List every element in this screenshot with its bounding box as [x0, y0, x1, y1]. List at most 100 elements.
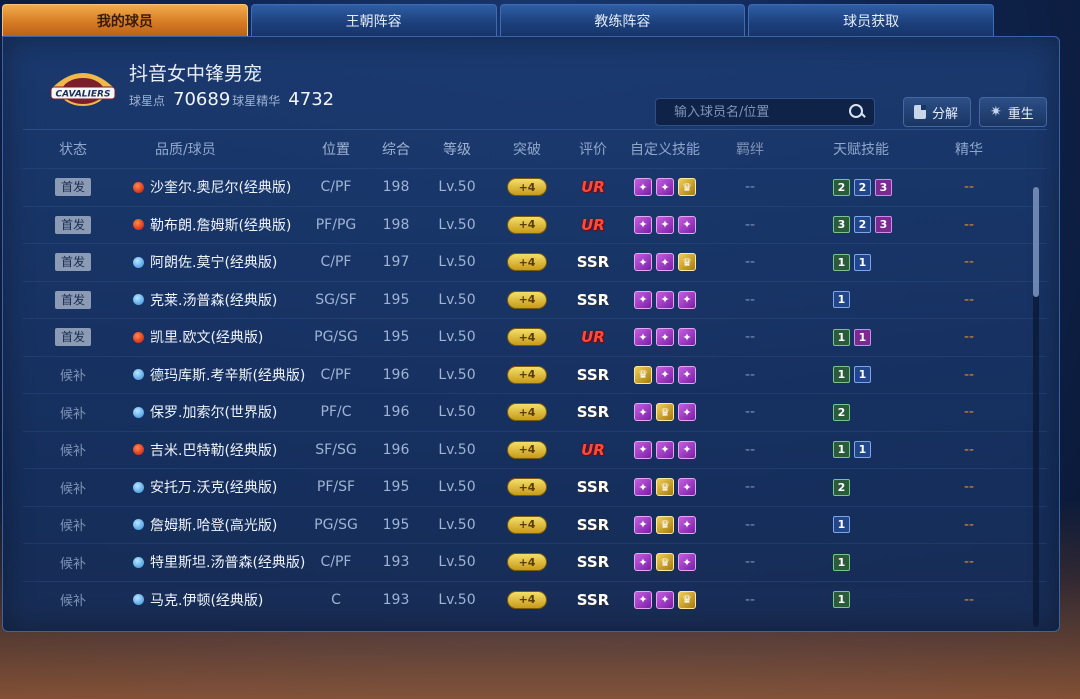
talent-cell: 1 — [793, 553, 929, 571]
custom-skill-icon[interactable]: ♛ — [656, 515, 674, 534]
table-row[interactable]: 候补 詹姆斯.哈登(高光版) PG/SG 195 Lv.50 +4 SSR ✦ ♛… — [23, 505, 1047, 544]
table-row[interactable]: 首发 凯里.欧文(经典版) PG/SG 195 Lv.50 +4 UR ✦ ✦ ✦ … — [23, 318, 1047, 356]
scrollbar-thumb[interactable] — [1033, 187, 1039, 297]
table-row[interactable]: 候补 马克.伊顿(经典版) C 193 Lv.50 +4 SSR ✦ ✦ ♛ -- … — [23, 580, 1047, 619]
talent-cell: 11 — [793, 328, 929, 346]
breakthrough-cell: +4 — [491, 553, 563, 572]
position-cell: C/PF — [320, 366, 352, 383]
col-breakthrough: 突破 — [513, 142, 541, 158]
position-cell: C — [331, 591, 341, 608]
col-status: 状态 — [59, 142, 87, 158]
custom-skill-icon[interactable]: ✦ — [678, 215, 696, 234]
talent-level-badge: 1 — [833, 366, 850, 384]
custom-skills-cell: ♛ ✦ ✦ — [623, 365, 707, 384]
bond-cell: -- — [744, 591, 756, 608]
custom-skill-icon[interactable]: ♛ — [656, 553, 674, 572]
level-cell: Lv.50 — [438, 404, 476, 421]
bond-cell: -- — [744, 291, 756, 308]
custom-skill-icon[interactable]: ✦ — [656, 590, 674, 609]
custom-skill-icon[interactable]: ✦ — [656, 253, 674, 272]
breakthrough-cell: +4 — [491, 328, 563, 347]
status-cell: 候补 — [23, 403, 123, 422]
custom-skill-icon[interactable]: ✦ — [634, 215, 652, 234]
custom-skill-icon[interactable]: ✦ — [678, 553, 696, 572]
player-cell: 吉米.巴特勒(经典版) — [123, 440, 303, 460]
custom-skill-icon[interactable]: ✦ — [656, 215, 674, 234]
custom-skill-icon[interactable]: ✦ — [678, 440, 696, 459]
player-name: 马克.伊顿(经典版) — [150, 592, 264, 609]
essence-cell: -- — [963, 404, 975, 421]
table-row[interactable]: 候补 特里斯坦.汤普森(经典版) C/PF 193 Lv.50 +4 SSR ✦… — [23, 543, 1047, 581]
breakthrough-badge: +4 — [507, 178, 547, 197]
table-row[interactable]: 首发 勒布朗.詹姆斯(经典版) PF/PG 198 Lv.50 +4 UR ✦ ✦… — [23, 205, 1047, 244]
custom-skill-icon[interactable]: ✦ — [634, 590, 652, 609]
star-essence-label: 球星精华 — [232, 94, 281, 108]
talent-level-badge: 3 — [875, 216, 892, 234]
custom-skill-icon[interactable]: ✦ — [656, 178, 674, 197]
custom-skill-icon[interactable]: ✦ — [634, 515, 652, 534]
custom-skills-cell: ✦ ♛ ✦ — [623, 478, 707, 497]
custom-skill-icon[interactable]: ✦ — [634, 403, 652, 422]
custom-skill-icon[interactable]: ✦ — [634, 478, 652, 497]
rarity-dot-icon — [133, 481, 144, 493]
star-essence-value: 4732 — [288, 89, 335, 110]
custom-skill-icon[interactable]: ✦ — [634, 553, 652, 572]
custom-skills-cell: ✦ ✦ ♛ — [623, 590, 707, 609]
custom-skill-icon[interactable]: ♛ — [634, 365, 652, 384]
custom-skill-icon[interactable]: ♛ — [678, 178, 696, 197]
custom-skill-icon[interactable]: ✦ — [678, 515, 696, 534]
custom-skill-icon[interactable]: ♛ — [678, 590, 696, 609]
tab-my-players[interactable]: 我的球员 — [2, 4, 248, 36]
search-icon[interactable] — [848, 103, 866, 121]
custom-skill-icon[interactable]: ✦ — [634, 328, 652, 347]
breakthrough-badge: +4 — [507, 290, 547, 309]
tab-coach-lineup[interactable]: 教练阵容 — [499, 4, 746, 36]
custom-skill-icon[interactable]: ✦ — [678, 403, 696, 422]
custom-skill-icon[interactable]: ✦ — [634, 440, 652, 459]
table-row[interactable]: 候补 德玛库斯.考辛斯(经典版) C/PF 196 Lv.50 +4 SSR ♛… — [23, 355, 1047, 394]
custom-skill-icon[interactable]: ♛ — [678, 253, 696, 272]
grade-label: UR — [581, 178, 605, 197]
custom-skill-icon[interactable]: ✦ — [678, 328, 696, 347]
bench-label: 候补 — [59, 481, 86, 497]
custom-skill-icon[interactable]: ♛ — [656, 403, 674, 422]
talent-cell: 11 — [793, 366, 929, 384]
level-cell: Lv.50 — [438, 179, 476, 196]
talent-cell: 1 — [793, 516, 929, 534]
bond-cell: -- — [744, 479, 756, 496]
search-input[interactable] — [674, 104, 848, 120]
custom-skill-icon[interactable]: ✦ — [634, 290, 652, 309]
table-row[interactable]: 首发 阿朗佐.莫宁(经典版) C/PF 197 Lv.50 +4 SSR ✦ ✦ ♛… — [23, 243, 1047, 281]
custom-skill-icon[interactable]: ✦ — [678, 290, 696, 309]
custom-skill-icon[interactable]: ✦ — [634, 178, 652, 197]
player-name: 勒布朗.詹姆斯(经典版) — [150, 217, 292, 234]
custom-skill-icon[interactable]: ♛ — [656, 478, 674, 497]
custom-skill-icon[interactable]: ✦ — [656, 290, 674, 309]
position-cell: PG/SG — [314, 516, 358, 533]
custom-skill-icon[interactable]: ✦ — [656, 440, 674, 459]
breakthrough-cell: +4 — [491, 178, 563, 197]
custom-skill-icon[interactable]: ✦ — [656, 328, 674, 347]
custom-skill-icon[interactable]: ✦ — [678, 365, 696, 384]
rebirth-button[interactable]: ✷ 重生 — [979, 97, 1047, 127]
table-row[interactable]: 候补 安托万.沃克(经典版) PF/SF 195 Lv.50 +4 SSR ✦ ♛… — [23, 468, 1047, 506]
custom-skill-icon[interactable]: ✦ — [656, 365, 674, 384]
scrollbar[interactable] — [1033, 187, 1039, 627]
table-row[interactable]: 首发 沙奎尔.奥尼尔(经典版) C/PF 198 Lv.50 +4 UR ✦ ✦ ♛… — [23, 168, 1047, 206]
player-cell: 凯里.欧文(经典版) — [123, 327, 303, 347]
table-row[interactable]: 候补 保罗.加索尔(世界版) PF/C 196 Lv.50 +4 SSR ✦ ♛ ✦… — [23, 393, 1047, 431]
table-row[interactable]: 候补 吉米.巴特勒(经典版) SF/SG 196 Lv.50 +4 UR ✦ ✦ ✦… — [23, 430, 1047, 469]
rarity-dot-icon — [133, 219, 144, 231]
table-row[interactable]: 首发 克莱.汤普森(经典版) SG/SF 195 Lv.50 +4 SSR ✦ ✦… — [23, 280, 1047, 319]
decompose-button[interactable]: 分解 — [903, 97, 971, 127]
talent-level-badge: 1 — [854, 366, 871, 384]
custom-skill-icon[interactable]: ✦ — [678, 478, 696, 497]
table-body: 首发 沙奎尔.奥尼尔(经典版) C/PF 198 Lv.50 +4 UR ✦ ✦ ♛… — [23, 168, 1047, 618]
status-cell: 首发 — [23, 215, 123, 234]
level-cell: Lv.50 — [438, 329, 476, 346]
tab-dynasty-lineup[interactable]: 王朝阵容 — [250, 4, 497, 36]
custom-skill-icon[interactable]: ✦ — [634, 253, 652, 272]
breakthrough-cell: +4 — [491, 215, 563, 234]
breakthrough-badge: +4 — [507, 553, 547, 572]
tab-player-acquire[interactable]: 球员获取 — [748, 4, 994, 36]
